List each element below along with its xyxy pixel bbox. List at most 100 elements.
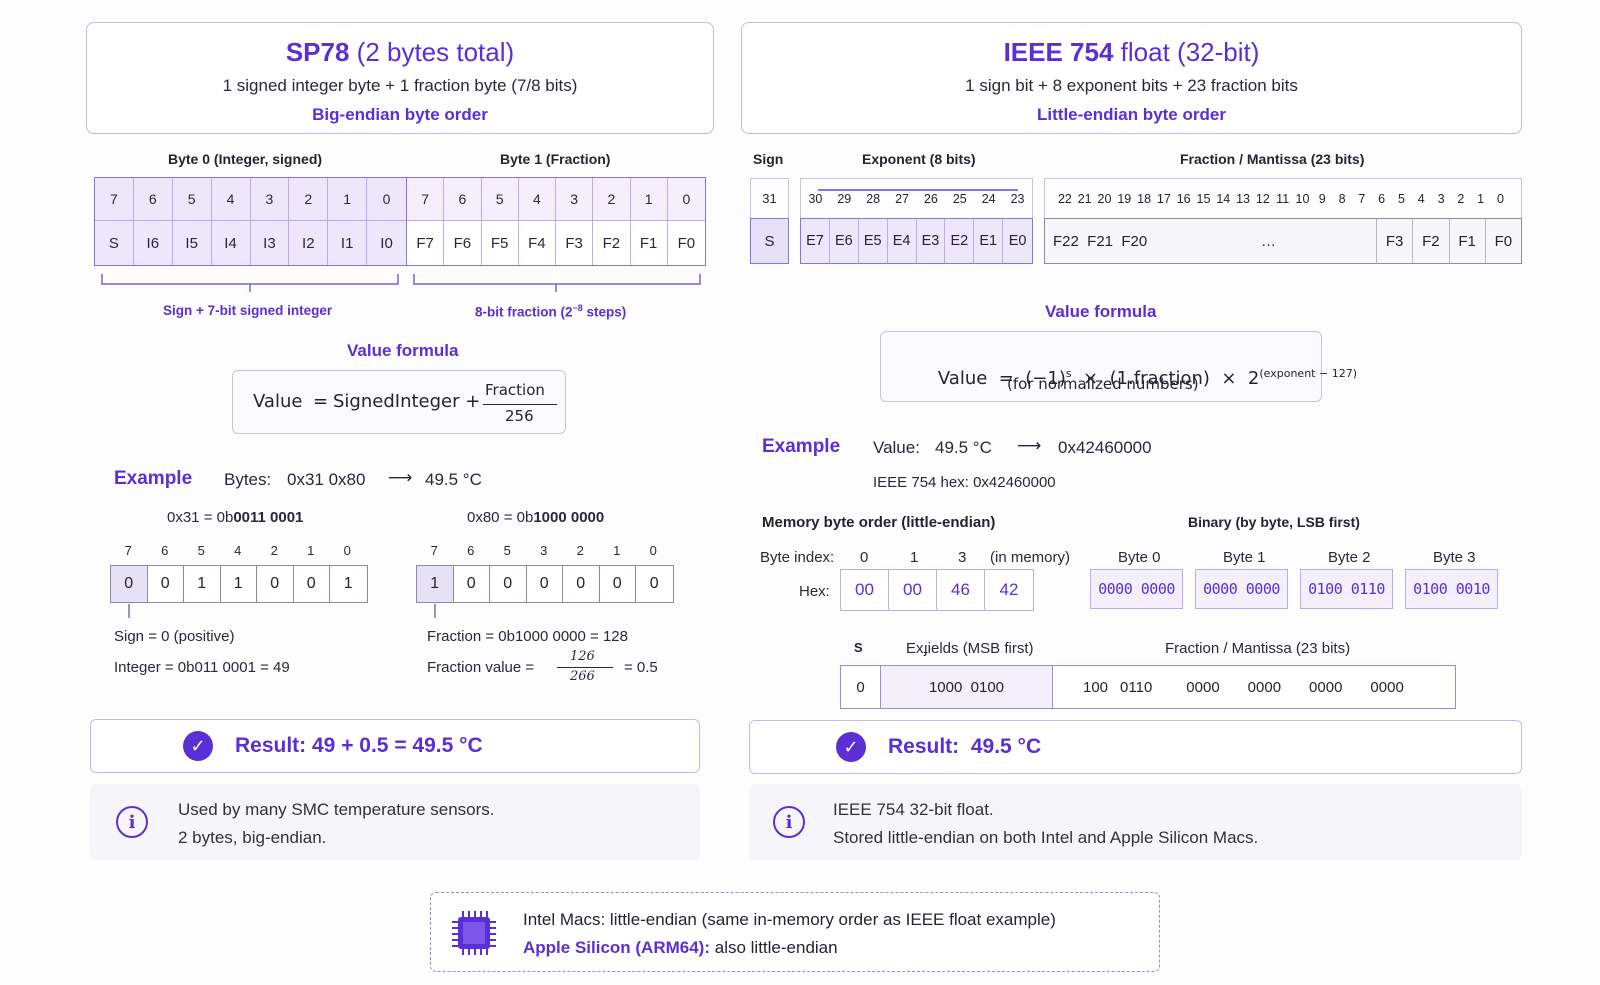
ieee-example-value: 49.5 °C [935, 438, 992, 457]
sp78-example-bytes-label: Bytes: [224, 470, 272, 489]
bit-field: F3 [1377, 219, 1414, 263]
bit-value: 0 [453, 566, 490, 602]
ieee-mem-exp-value: 1000 0100 [881, 666, 1053, 708]
cpu-chip-icon [452, 911, 496, 955]
ieee-example-arrow: ⟶ [1017, 436, 1042, 455]
sp78-hex1-line: 0x80 = 0b1000 0000 [467, 509, 605, 526]
sp78-byte-order: Big-endian byte order [312, 105, 488, 124]
bit-number: 28 [866, 191, 881, 206]
ieee-result-box: ✓ Result: 49.5 °C [749, 720, 1522, 774]
bit-field: E7 [801, 219, 830, 263]
bit-field: I4 [212, 221, 251, 265]
binary-byte-value: 0000 0000 [1195, 569, 1288, 609]
ieee-frac-bits-left: F22 F21 F20 [1053, 232, 1148, 250]
binary-byte-label: Byte 0 [1118, 549, 1161, 566]
bit-value: 0 [490, 566, 527, 602]
bit-number: 6 [134, 178, 173, 220]
sp78-formula-numerator: Fraction [485, 381, 545, 399]
ieee-subtitle: 1 sign bit + 8 exponent bits + 23 fracti… [965, 76, 1298, 95]
bit-number: 6 [161, 543, 169, 558]
bit-number: 15 [1196, 191, 1211, 206]
bit-number: 2 [576, 543, 584, 558]
bit-number: 5 [173, 178, 212, 220]
bit-value: 0 [111, 566, 148, 602]
bit-field: S [95, 221, 134, 265]
ieee-mem-exp-label: Exɟields (MSB first) [906, 640, 1034, 657]
sp78-formula-term: SignedInteger + [333, 391, 481, 412]
bit-number: 0 [649, 543, 657, 558]
bit-number: 7 [124, 543, 132, 558]
sp78-byte0-bit-numbers: 7 6 5 4 2 1 0 [110, 543, 366, 558]
bit-field: F1 [631, 221, 668, 265]
bit-number: 24 [981, 191, 996, 206]
bit-value: 0 [526, 566, 563, 602]
ieee-hex-label: Hex: [799, 583, 830, 600]
bit-value: 0 [147, 566, 184, 602]
sp78-formula-denominator: 256 [505, 407, 534, 425]
bit-field: I1 [328, 221, 368, 265]
bit-value: 1 [220, 566, 257, 602]
sp78-example-bytes: 0x31 0x80 [287, 470, 366, 489]
bit-number: 7 [430, 543, 438, 558]
ieee-example-value-label: Value: [873, 438, 920, 457]
sp78-formula-lhs: Value [253, 391, 303, 412]
binary-byte-value: 0100 0110 [1300, 569, 1393, 609]
bit-number: 19 [1117, 191, 1132, 206]
ieee-binary-title: Binary (by byte, LSB first) [1188, 514, 1360, 530]
bit-field: F0 [677, 234, 696, 252]
bit-number: 0 [343, 543, 351, 558]
hex-byte: 00 [889, 570, 937, 610]
ieee-sign-bit-number: 31 [750, 178, 789, 218]
ieee-memory-title: Memory byte order (little-endian) [762, 514, 996, 531]
binary-byte-label: Byte 2 [1328, 549, 1371, 566]
ieee-info-line2: Stored little-endian on both Intel and A… [833, 828, 1259, 847]
bit-field: E2 [945, 219, 975, 263]
sp78-info-line2: 2 bytes, big-endian. [178, 828, 327, 847]
bit-field: F0 [1494, 232, 1513, 250]
ieee-info-line1: IEEE 754 32-bit float. [833, 800, 994, 819]
bit-field: E3 [917, 219, 946, 263]
bit-number: 26 [923, 191, 938, 206]
bit-value: 0 [257, 566, 294, 602]
sp78-subtitle: 1 signed integer byte + 1 fraction byte … [222, 76, 578, 95]
bit-value: 0 [599, 566, 636, 602]
bit-field: E4 [888, 219, 917, 263]
bit-number: 5 [503, 543, 511, 558]
sp78-hex0-line: 0x31 = 0b0011 0001 [167, 509, 304, 526]
sp78-info-line1: Used by many SMC temperature sensors. [178, 800, 495, 819]
footer-line2: Apple Silicon (ARM64): also little-endia… [523, 938, 838, 957]
bit-number: 30 [808, 191, 823, 206]
bit-number: 0 [682, 191, 691, 207]
bit-field: I5 [173, 221, 212, 265]
sp78-result-text: Result: 49 + 0.5 = 49.5 °C [235, 734, 483, 757]
bit-number: 25 [952, 191, 967, 206]
mem-fraction-group: 0110 [1120, 678, 1153, 696]
info-icon: i [773, 806, 805, 838]
sp78-byte1-label: Byte 1 (Fraction) [500, 151, 611, 167]
ieee-sign-label: Sign [753, 151, 784, 167]
check-icon: ✓ [183, 731, 213, 761]
hex-byte: 42 [985, 570, 1033, 610]
ieee-fraction-column: 22 21 20 19 18 17 16 15 14 13 12 11 10 9 8 7 6 5 4 3 2 1 0 F22… [1044, 178, 1522, 264]
sp78-integer-text: Integer = 0b011 0001 = 49 [114, 659, 290, 676]
bit-number: 1 [613, 543, 621, 558]
sp78-fraction-pointer [434, 604, 436, 618]
ieee-info-box: i IEEE 754 32-bit float. Stored little-e… [749, 784, 1522, 860]
mem-fraction-group: 0000 [1309, 678, 1343, 696]
bit-number: 11 [1276, 191, 1290, 206]
ieee-hex-bytes: 00 00 46 42 [840, 569, 1034, 611]
bit-field: F4 [519, 221, 556, 265]
bit-number: 18 [1137, 191, 1152, 206]
bit-number: 3 [251, 178, 290, 220]
sp78-fraction-value-result: = 0.5 [624, 659, 658, 676]
sp78-formula-box: Value = SignedInteger + Fraction 256 [232, 370, 566, 434]
ieee-exponent-bracket [818, 189, 1018, 191]
sp78-example-value: 49.5 °C [425, 470, 482, 489]
bit-field: E0 [1008, 233, 1027, 249]
sp78-info-box: i Used by many SMC temperature sensors. … [90, 784, 700, 860]
ieee-exp-label: Exponent (8 bits) [862, 151, 976, 167]
ieee-byte-index-1: 1 [910, 549, 919, 566]
bit-value: 1 [330, 566, 367, 602]
bit-number: 13 [1236, 191, 1251, 206]
bit-number: 2 [289, 178, 329, 220]
